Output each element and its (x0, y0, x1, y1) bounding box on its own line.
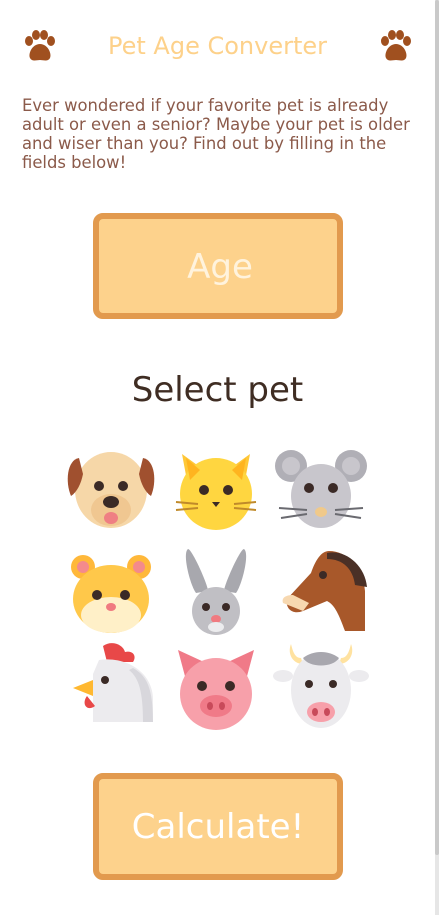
pet-grid (63, 440, 369, 730)
scrollbar[interactable] (435, 0, 439, 915)
pig-icon (178, 650, 254, 730)
scrollbar-thumb[interactable] (435, 0, 439, 855)
pet-chicken[interactable] (63, 640, 159, 736)
pet-horse[interactable] (273, 545, 369, 641)
header: Pet Age Converter (0, 22, 435, 74)
select-pet-heading: Select pet (131, 370, 304, 410)
dog-icon (67, 452, 155, 528)
pet-pig[interactable] (168, 640, 264, 736)
cow-icon (273, 644, 369, 728)
age-field[interactable] (93, 213, 343, 319)
pet-mouse[interactable] (273, 440, 369, 536)
mouse-icon (275, 450, 367, 528)
cat-icon (175, 454, 257, 530)
page-title: Pet Age Converter (108, 32, 327, 60)
horse-icon (282, 551, 367, 631)
pet-rabbit[interactable] (168, 545, 264, 641)
pet-dog[interactable] (63, 440, 159, 536)
pet-hamster[interactable] (63, 545, 159, 641)
pet-cow[interactable] (273, 640, 369, 736)
intro-text: Ever wondered if your favorite pet is al… (22, 96, 410, 172)
rabbit-icon (185, 549, 247, 635)
calculate-button[interactable]: Calculate! (93, 773, 343, 880)
hamster-icon (71, 555, 151, 633)
pet-cat[interactable] (168, 440, 264, 536)
paw-icon (376, 28, 416, 68)
age-input[interactable] (99, 219, 341, 315)
chicken-icon (73, 643, 153, 722)
